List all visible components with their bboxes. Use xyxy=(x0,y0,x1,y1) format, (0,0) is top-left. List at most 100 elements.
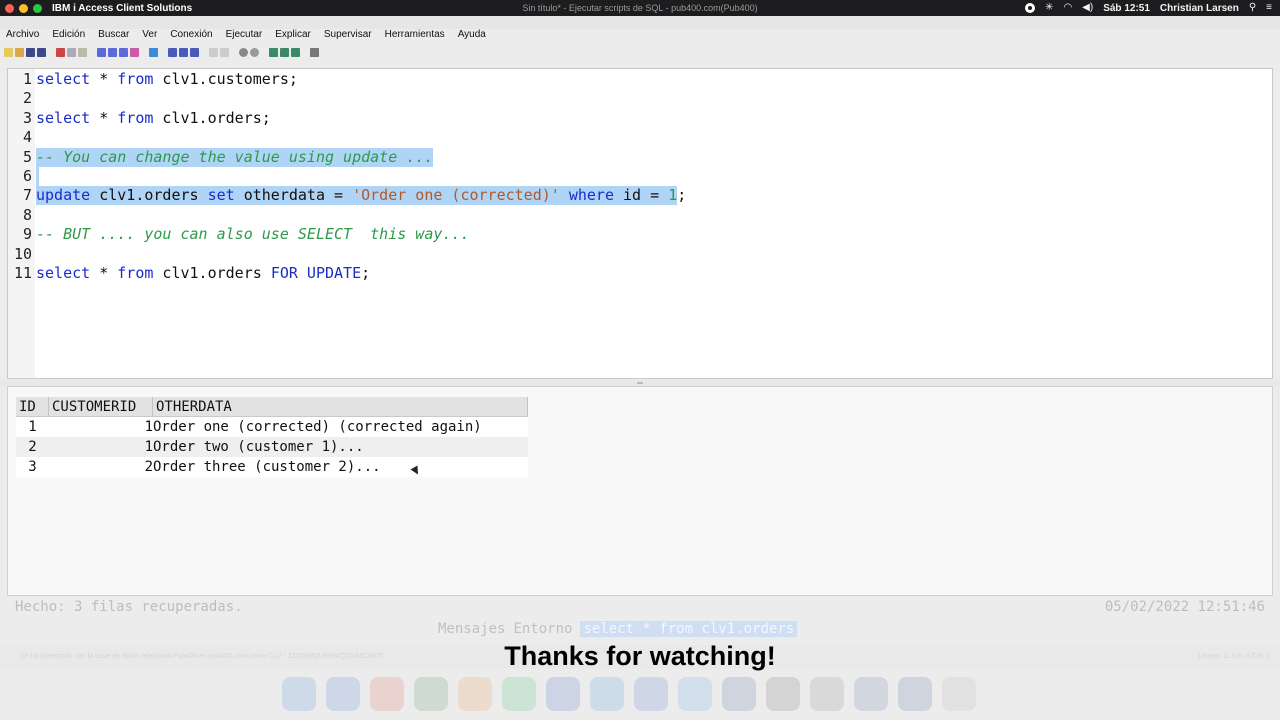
menu-conexión[interactable]: Conexión xyxy=(170,29,212,43)
code-text: select * from clv1.orders; xyxy=(36,109,271,128)
print-icon[interactable] xyxy=(310,47,319,57)
spotify-icon[interactable] xyxy=(502,677,536,711)
close-window-icon[interactable] xyxy=(5,3,14,13)
code-text: update clv1.orders set otherdata = 'Orde… xyxy=(36,186,686,205)
preview-icon[interactable] xyxy=(854,677,888,711)
spotlight-icon[interactable]: ⚲ xyxy=(1249,0,1256,16)
menu-archivo[interactable]: Archivo xyxy=(6,29,39,43)
word-icon[interactable] xyxy=(546,677,580,711)
sql-token: ; xyxy=(361,264,371,282)
sql-keyword: from xyxy=(117,264,154,282)
table-cell: 2 xyxy=(144,459,153,475)
menu-ejecutar[interactable]: Ejecutar xyxy=(226,29,263,43)
table-row[interactable]: 2 1 Order two (customer 1)... xyxy=(16,437,528,457)
menubar-user[interactable]: Christian Larsen xyxy=(1160,3,1239,14)
insert-icon[interactable] xyxy=(291,47,300,57)
display-icon[interactable]: ✳ xyxy=(1045,0,1053,16)
menu-supervisar[interactable]: Supervisar xyxy=(324,29,372,43)
undo-icon[interactable] xyxy=(209,47,218,57)
table-cell: Order two (customer 1)... xyxy=(153,439,364,455)
copy-icon[interactable] xyxy=(67,47,76,57)
table-row[interactable]: 3 2 Order three (customer 2)... xyxy=(16,457,528,477)
table-cell: 1 xyxy=(144,419,153,435)
finder-icon[interactable] xyxy=(282,677,316,711)
sql-token: * xyxy=(90,108,118,127)
grid-header: ID CUSTOMERID OTHERDATA xyxy=(16,397,528,417)
redo-icon[interactable] xyxy=(220,47,229,57)
sql-token: clv1.orders xyxy=(90,186,208,205)
run-from-icon[interactable] xyxy=(190,47,199,57)
sql-keyword: from xyxy=(117,70,154,88)
control-center-icon[interactable]: ≡ xyxy=(1266,0,1272,16)
chrome-icon[interactable] xyxy=(370,677,404,711)
format-icon[interactable] xyxy=(269,47,278,57)
wifi-icon[interactable]: ◠ xyxy=(1063,0,1072,16)
open-icon[interactable] xyxy=(15,47,24,57)
zoom-window-icon[interactable] xyxy=(33,3,42,13)
message-bar: Hecho: 3 filas recuperadas. 05/02/2022 1… xyxy=(7,598,1273,618)
results-grid[interactable]: ID CUSTOMERID OTHERDATA 1 1 Order one (correc… xyxy=(16,397,528,477)
save-as-icon[interactable] xyxy=(37,47,46,57)
sql-keyword: select xyxy=(36,70,91,88)
table-cell: 1 xyxy=(28,419,37,435)
menu-edición[interactable]: Edición xyxy=(52,29,85,43)
menu-herramientas[interactable]: Herramientas xyxy=(385,29,445,43)
sql-token: otherdata = xyxy=(234,186,353,205)
sql-run-selected-icon[interactable] xyxy=(119,47,128,57)
terminal-icon[interactable] xyxy=(766,677,800,711)
line-number: 8 xyxy=(22,205,32,224)
ibm-acs-2-icon[interactable] xyxy=(898,677,932,711)
line-number: 4 xyxy=(22,128,32,147)
sql-keyword: select xyxy=(36,108,91,127)
line-number: 2 xyxy=(22,89,32,108)
menu-ayuda[interactable]: Ayuda xyxy=(458,29,486,43)
screen-record-icon[interactable] xyxy=(1025,3,1036,13)
calendar-icon[interactable] xyxy=(458,677,492,711)
save-icon[interactable] xyxy=(26,47,35,57)
results-panel: ID CUSTOMERID OTHERDATA 1 1 Order one (correc… xyxy=(7,386,1273,596)
ibm-acs-icon[interactable] xyxy=(722,677,756,711)
column-header-otherdata[interactable]: OTHERDATA xyxy=(153,397,528,416)
menu-explicar[interactable]: Explicar xyxy=(275,29,311,43)
run-all-icon[interactable] xyxy=(168,47,177,57)
splitter-grip-icon[interactable] xyxy=(637,382,643,384)
run-selected-icon[interactable] xyxy=(179,47,188,57)
tab-mensajes[interactable]: Mensajes xyxy=(438,621,505,637)
table-row[interactable]: 1 1 Order one (corrected) (corrected again… xyxy=(16,417,528,437)
column-header-id[interactable]: ID xyxy=(16,397,49,416)
column-header-customerid[interactable]: CUSTOMERID xyxy=(49,397,153,416)
vscode-icon[interactable] xyxy=(590,677,624,711)
sql-editor[interactable]: 1 select * from clv1.customers; 2 3 select *… xyxy=(7,68,1273,379)
new-icon[interactable] xyxy=(4,47,13,57)
tab-entorno[interactable]: Entorno xyxy=(513,621,572,637)
record-icon[interactable] xyxy=(239,47,248,57)
explain-icon[interactable] xyxy=(149,47,158,57)
cut-icon[interactable] xyxy=(56,47,65,57)
cancel-icon[interactable] xyxy=(250,47,259,57)
minimize-window-icon[interactable] xyxy=(19,3,28,13)
edge-icon[interactable] xyxy=(634,677,668,711)
sql-comment: -- BUT .... you can also use SELECT this… xyxy=(36,225,470,244)
numbers-icon[interactable] xyxy=(414,677,448,711)
sql-run-all-icon[interactable] xyxy=(97,47,106,57)
app-name[interactable]: IBM i Access Client Solutions xyxy=(52,3,192,14)
paste-icon[interactable] xyxy=(78,47,87,57)
code-text: -- You can change the value using update… xyxy=(36,148,433,167)
sql-stop-icon[interactable] xyxy=(130,47,139,57)
code-text: select * from clv1.customers; xyxy=(36,70,298,89)
sql-keyword: set xyxy=(207,186,235,205)
menubar-clock[interactable]: Sáb 12:51 xyxy=(1103,3,1150,14)
volume-icon[interactable]: ◀) xyxy=(1082,0,1093,16)
sql-token: * xyxy=(90,70,118,88)
app-store-icon[interactable] xyxy=(678,677,712,711)
safari-icon[interactable] xyxy=(326,677,360,711)
system-preferences-icon[interactable] xyxy=(810,677,844,711)
sql-string: 'Order one (corrected)' xyxy=(352,186,560,205)
sql-run-from-icon[interactable] xyxy=(108,47,117,57)
trash-icon[interactable] xyxy=(942,677,976,711)
tab-query-result[interactable]: select * from clv1.orders xyxy=(580,621,798,637)
status-menu-area: ✳ ◠ ◀) Sáb 12:51 Christian Larsen ⚲ ≡ xyxy=(1025,0,1272,16)
menu-ver[interactable]: Ver xyxy=(142,29,157,43)
menu-buscar[interactable]: Buscar xyxy=(98,29,129,43)
compare-icon[interactable] xyxy=(280,47,289,57)
